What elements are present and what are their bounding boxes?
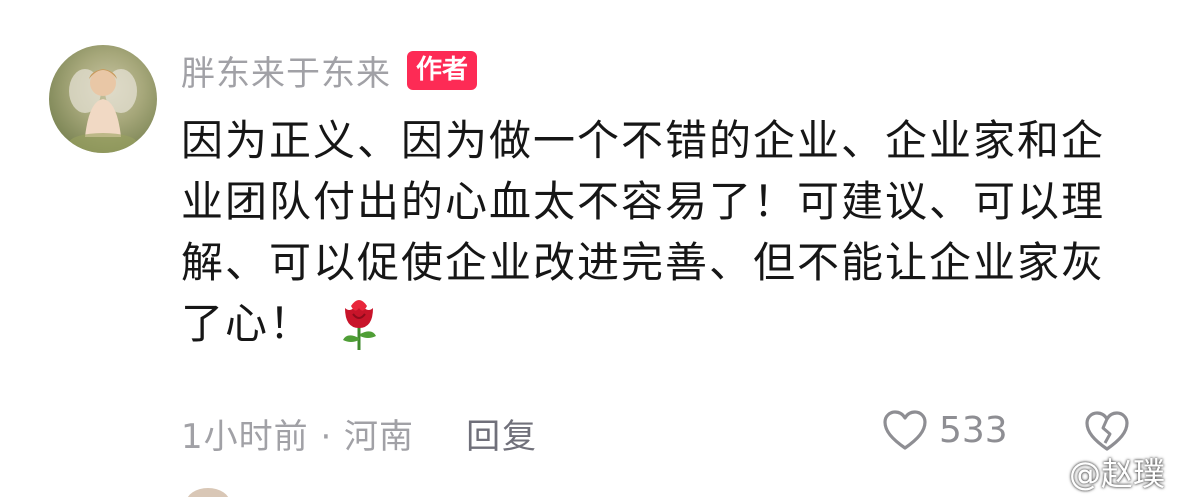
time-location: 1小时前 · 河南 [181,416,415,457]
comment-text-container: 因为正义、因为做一个不错的企业、企业家和企业团队付出的心血太不容易了！可建议、可… [181,110,1116,354]
username[interactable]: 胖东来于东来 [181,46,391,95]
comment-screen: 胖东来于东来 作者 因为正义、因为做一个不错的企业、企业家和企业团队付出的心血太… [0,0,1179,497]
like-button[interactable]: 533 [882,409,1008,451]
comment-text: 因为正义、因为做一个不错的企业、企业家和企业团队付出的心血太不容易了！可建议、可… [181,116,1106,348]
heart-outline-icon [883,410,927,450]
author-badge: 作者 [407,50,478,90]
watermark-text: @赵璞 [1068,455,1165,493]
rose-icon [335,294,383,352]
like-count: 533 [939,409,1008,451]
comment-header: 胖东来于东来 作者 [181,46,1141,94]
weibo-logo-icon [1014,456,1062,491]
reply-button[interactable]: 回复 [466,409,538,458]
avatar-photo-icon [69,69,137,153]
next-comment-avatar [186,488,230,497]
comment-block: 胖东来于东来 作者 因为正义、因为做一个不错的企业、企业家和企业团队付出的心血太… [181,46,1141,354]
user-avatar[interactable] [49,45,157,153]
comment-footer: 1小时前 · 河南 回复 533 [181,409,1141,457]
weibo-watermark: @赵璞 [1013,449,1165,495]
broken-heart-icon[interactable] [1084,410,1130,452]
